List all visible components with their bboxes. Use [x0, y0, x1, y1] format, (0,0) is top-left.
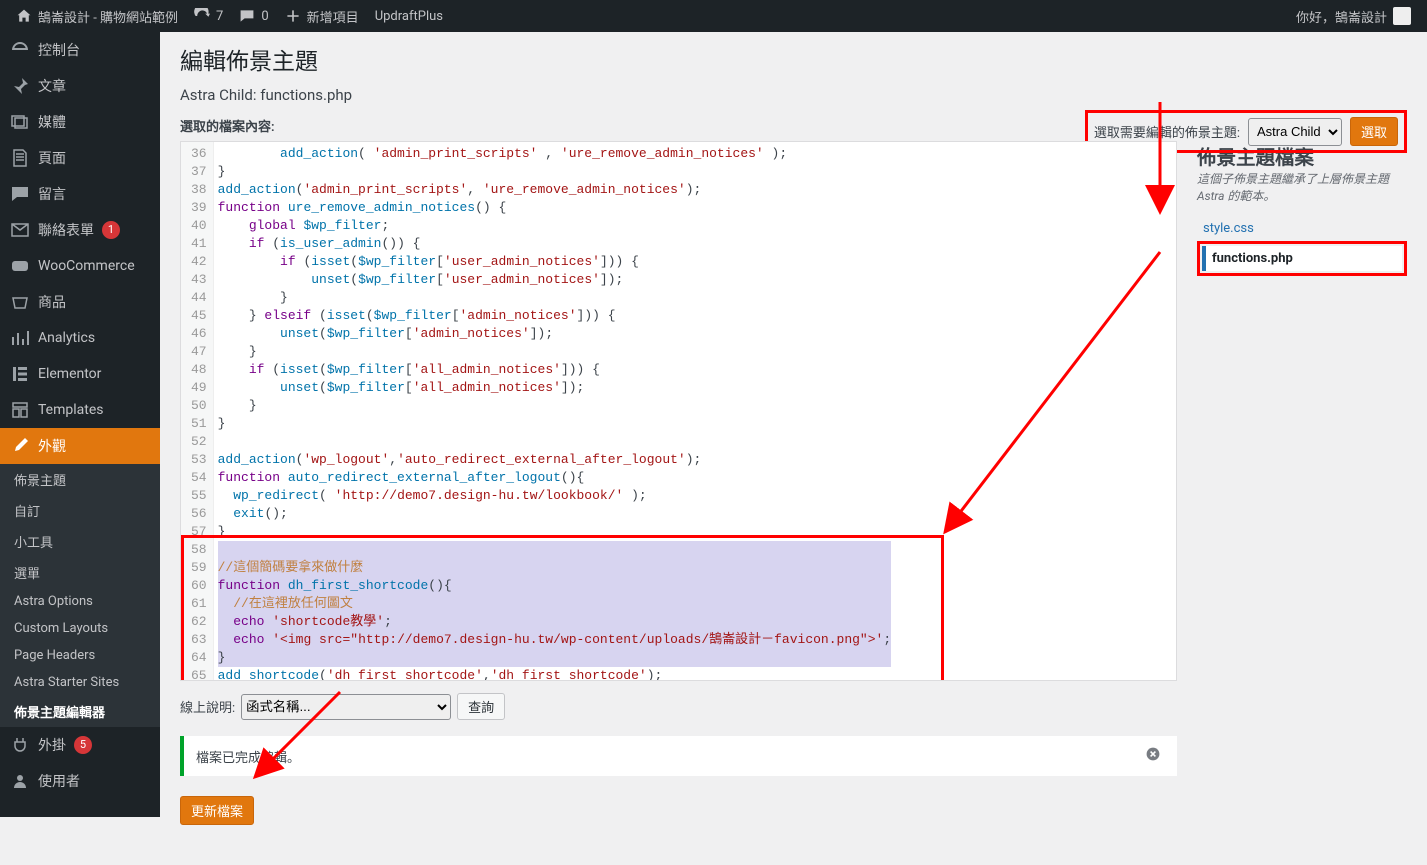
dismiss-notice-button[interactable] [1145, 746, 1165, 766]
menu-analytics[interactable]: Analytics [0, 320, 160, 356]
page-title: 編輯佈景主題 [180, 42, 1407, 76]
comments-icon [10, 184, 30, 204]
elementor-icon [10, 364, 30, 384]
dashboard-icon [10, 40, 30, 60]
page-body: 編輯佈景主題 Astra Child: functions.php 選取需要編輯… [160, 32, 1427, 865]
appearance-submenu: 佈景主題 自訂 小工具 選單 Astra Options Custom Layo… [0, 464, 160, 727]
comments-count: 0 [261, 9, 268, 24]
product-icon [10, 292, 30, 312]
success-notice: 檔案已完成編輯。 [180, 736, 1177, 776]
sub-page-headers[interactable]: Page Headers [0, 642, 160, 669]
plus-icon [285, 8, 301, 24]
analytics-icon [10, 328, 30, 348]
close-icon [1145, 746, 1161, 762]
page-subtitle: Astra Child: functions.php [180, 86, 1407, 104]
menu-templates[interactable]: Templates [0, 392, 160, 428]
menu-users[interactable]: 使用者 [0, 763, 160, 799]
updates-count: 7 [216, 9, 223, 24]
avatar [1393, 7, 1411, 25]
doc-function-select[interactable]: 函式名稱... [241, 694, 451, 720]
greeting-link[interactable]: 你好，鵠崙設計 [1288, 0, 1419, 32]
menu-pages[interactable]: 頁面 [0, 140, 160, 176]
sub-starter-sites[interactable]: Astra Starter Sites [0, 669, 160, 696]
theme-files-panel: 佈景主題檔案 這個子佈景主題繼承了上層佈景主題 Astra 的範本。 style… [1197, 141, 1407, 276]
file-style-css[interactable]: style.css [1197, 216, 1407, 241]
menu-media[interactable]: 媒體 [0, 104, 160, 140]
comment-icon [239, 8, 255, 24]
menu-products[interactable]: 商品 [0, 284, 160, 320]
file-functions-php[interactable]: functions.php [1202, 246, 1402, 271]
admin-bar: 鵠崙設計 - 購物網站範例 7 0 新增項目 UpdraftPlus 你好，鵠崙… [0, 0, 1427, 32]
contact-count-badge: 1 [102, 221, 120, 239]
sub-themes[interactable]: 佈景主題 [0, 464, 160, 495]
line-gutter: 3637383940414243444546474849505152535455… [181, 142, 214, 681]
notice-text: 檔案已完成編輯。 [196, 747, 300, 766]
menu-contact[interactable]: 聯絡表單 1 [0, 212, 160, 248]
updraft-label: UpdraftPlus [375, 9, 443, 24]
sub-menus[interactable]: 選單 [0, 557, 160, 588]
code-editor[interactable]: 3637383940414243444546474849505152535455… [180, 141, 1177, 681]
documentation-row: 線上說明: 函式名稱... 查詢 [180, 693, 1177, 720]
comments-link[interactable]: 0 [231, 0, 276, 32]
theme-select-label: 選取需要編輯的佈景主題: [1094, 122, 1240, 141]
sub-custom-layouts[interactable]: Custom Layouts [0, 615, 160, 642]
templates-icon [10, 400, 30, 420]
files-description: 這個子佈景主題繼承了上層佈景主題 Astra 的範本。 [1197, 170, 1407, 204]
code-lines: add_action( 'admin_print_scripts' , 'ure… [214, 142, 896, 681]
sub-widgets[interactable]: 小工具 [0, 526, 160, 557]
sub-customize[interactable]: 自訂 [0, 495, 160, 526]
menu-plugins[interactable]: 外掛 5 [0, 727, 160, 763]
doc-lookup-button[interactable]: 查詢 [457, 693, 505, 720]
menu-dashboard[interactable]: 控制台 [0, 32, 160, 68]
greeting-text: 你好，鵠崙設計 [1296, 7, 1387, 26]
sub-astra-options[interactable]: Astra Options [0, 588, 160, 615]
site-name: 鵠崙設計 - 購物網站範例 [38, 7, 178, 26]
menu-woocommerce[interactable]: WooCommerce [0, 248, 160, 284]
refresh-icon [194, 8, 210, 24]
pin-icon [10, 76, 30, 96]
plugin-icon [10, 735, 30, 755]
site-home-link[interactable]: 鵠崙設計 - 購物網站範例 [8, 0, 186, 32]
theme-select[interactable]: Astra Child [1248, 118, 1342, 146]
menu-appearance[interactable]: 外觀 [0, 428, 160, 464]
woo-icon [10, 256, 30, 276]
select-theme-button[interactable]: 選取 [1350, 117, 1398, 146]
annotation-file-highlight: functions.php [1197, 241, 1407, 276]
menu-posts[interactable]: 文章 [0, 68, 160, 104]
plugins-count-badge: 5 [74, 736, 92, 754]
menu-elementor[interactable]: Elementor [0, 356, 160, 392]
mail-icon [10, 220, 30, 240]
new-item-link[interactable]: 新增項目 [277, 0, 367, 32]
user-icon [10, 771, 30, 791]
sub-theme-editor[interactable]: 佈景主題編輯器 [0, 696, 160, 727]
home-icon [16, 8, 32, 24]
media-icon [10, 112, 30, 132]
menu-comments[interactable]: 留言 [0, 176, 160, 212]
doc-label: 線上說明: [180, 697, 235, 716]
update-file-button[interactable]: 更新檔案 [180, 796, 254, 825]
updraft-link[interactable]: UpdraftPlus [367, 0, 451, 32]
new-item-label: 新增項目 [307, 7, 359, 26]
page-icon [10, 148, 30, 168]
admin-menu: 控制台 文章 媒體 頁面 留言 聯絡表單 1 WooCommerce 商品 An… [0, 32, 160, 817]
updates-link[interactable]: 7 [186, 0, 231, 32]
brush-icon [10, 436, 30, 456]
